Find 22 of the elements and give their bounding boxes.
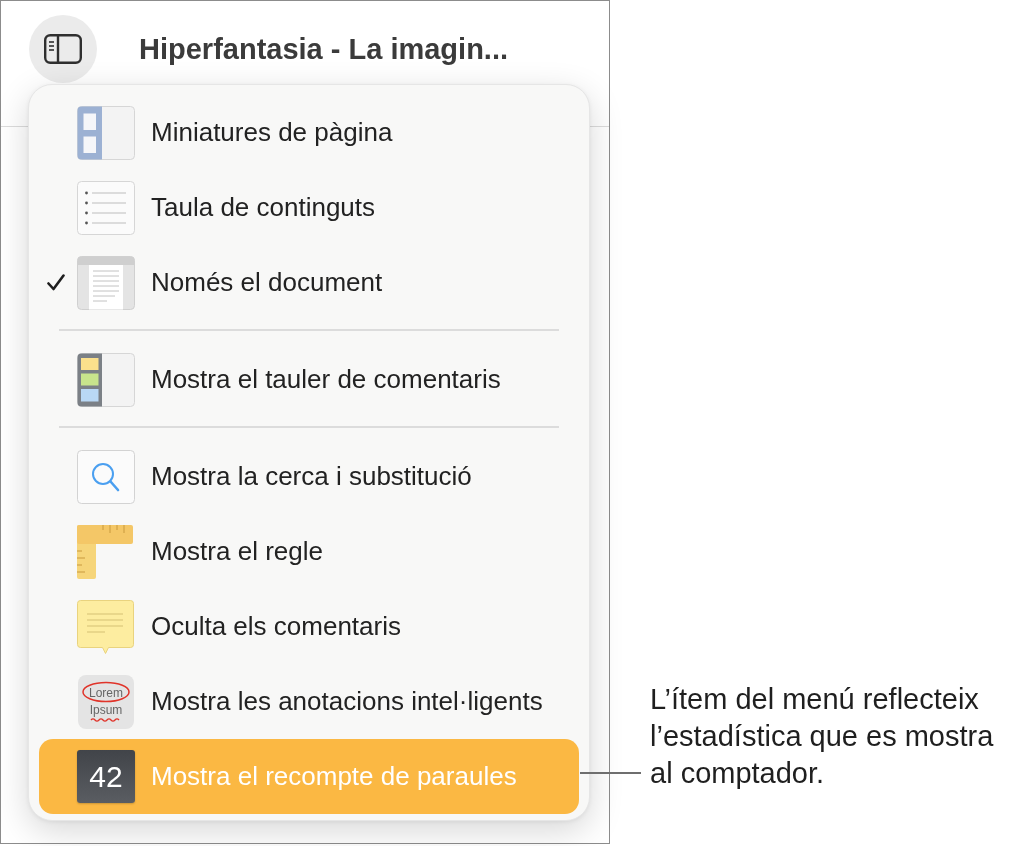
menu-item[interactable]: Oculta els comentaris — [39, 589, 579, 664]
menu-item[interactable]: Mostra el regle — [39, 514, 579, 589]
search-icon — [77, 449, 135, 504]
menu-item[interactable]: Lorem Ipsum Mostra les anotacions intel·ligents — [39, 664, 579, 739]
document-title: Hiperfantasia - La imagin... — [139, 32, 509, 66]
annotation-icon: Lorem Ipsum — [77, 674, 135, 729]
comment-pane-icon — [77, 352, 135, 407]
menu-item[interactable]: 42 Mostra el recompte de paraules — [39, 739, 579, 814]
document-icon — [77, 255, 135, 310]
menu-item[interactable]: Mostra el tauler de comentaris — [39, 342, 579, 417]
menu-item[interactable]: Taula de continguts — [39, 170, 579, 245]
note-icon — [77, 599, 135, 654]
menu-item[interactable]: Només el document — [39, 245, 579, 320]
menu-item[interactable]: Mostra la cerca i substitució — [39, 439, 579, 514]
ruler-icon — [77, 524, 135, 579]
page-thumbnails-icon — [77, 105, 135, 160]
word-count-badge: 42 — [77, 750, 135, 803]
list-icon — [77, 180, 135, 235]
sidebar-icon — [44, 34, 82, 64]
callout-text: L’ítem del menú reflecteix l’estadística que es mostra al comptador. — [650, 682, 995, 791]
leader-line — [580, 772, 641, 774]
menu-item[interactable]: Miniatures de pàgina — [39, 95, 579, 170]
